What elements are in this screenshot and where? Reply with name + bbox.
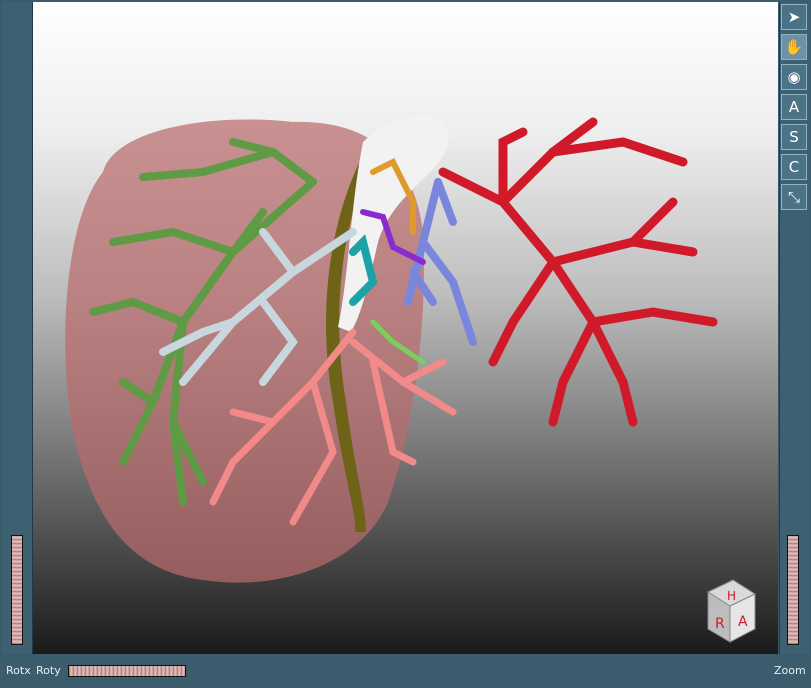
cube-label-left: R (715, 616, 725, 632)
view-all-button[interactable]: ◉ (781, 64, 807, 90)
coronal-label: C (788, 157, 800, 176)
axial-view-button[interactable]: A (781, 94, 807, 120)
hand-icon: ✋ (784, 37, 804, 56)
cube-label-right: A (738, 614, 748, 630)
red-arterial-branches (438, 117, 718, 427)
rotx-label: Rotx (6, 664, 31, 677)
3d-viewport[interactable]: H R A (33, 2, 778, 654)
axial-label: A (788, 97, 800, 116)
eye-icon: ◉ (787, 67, 801, 86)
orientation-cube[interactable]: H R A (706, 579, 757, 643)
cube-label-top: H (727, 589, 736, 603)
zoom-thumbwheel[interactable] (787, 535, 799, 645)
select-arrow-button[interactable]: ➤ (781, 4, 807, 30)
coronal-view-button[interactable]: C (781, 154, 807, 180)
liver-vessel-rendering: H R A (65, 115, 757, 643)
sagittal-view-button[interactable]: S (781, 124, 807, 150)
pan-hand-button[interactable]: ✋ (781, 34, 807, 60)
arrow-cursor-icon: ➤ (787, 7, 801, 26)
seek-icon: ⤡ (787, 187, 800, 206)
zoom-label: Zoom (774, 664, 806, 677)
rotx-thumbwheel[interactable] (11, 535, 23, 645)
roty-label: Roty (36, 664, 61, 677)
sagittal-label: S (789, 127, 799, 146)
seek-button[interactable]: ⤡ (781, 184, 807, 210)
roty-thumbwheel[interactable] (68, 665, 186, 677)
